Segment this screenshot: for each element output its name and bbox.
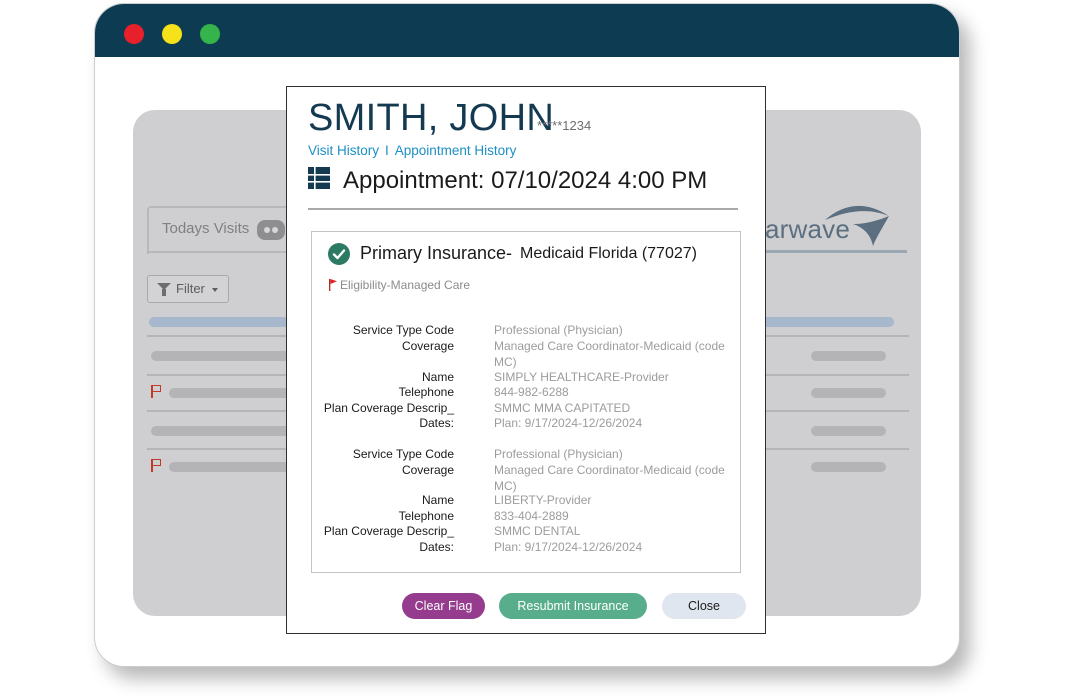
visit-history-link[interactable]: Visit History bbox=[308, 143, 379, 158]
telephone-label: Telephone bbox=[398, 509, 454, 523]
provider-name-value: LIBERTY-Provider bbox=[494, 493, 592, 507]
link-separator: I bbox=[385, 143, 389, 158]
patient-insurance-modal: SMITH, JOHN *****1234 Visit History I Appo… bbox=[286, 86, 766, 634]
plan-coverage-label: Plan Coverage Descrip_ bbox=[323, 401, 454, 415]
grid-list-icon bbox=[308, 167, 330, 189]
dates-value: Plan: 9/17/2024-12/26/2024 bbox=[494, 540, 643, 554]
flag-icon bbox=[151, 459, 161, 472]
dates-label: Dates: bbox=[419, 416, 454, 430]
coverage-value: Managed Care Coordinator-Medicaid (code … bbox=[494, 463, 725, 493]
flag-icon bbox=[151, 385, 161, 398]
telephone-label: Telephone bbox=[398, 385, 454, 399]
modal-divider bbox=[308, 208, 738, 210]
window-minimize-button[interactable] bbox=[162, 24, 182, 44]
coverage-label: Coverage bbox=[401, 463, 454, 477]
plan-coverage-value: SMMC DENTAL bbox=[494, 524, 581, 538]
service-type-label: Service Type Code bbox=[352, 447, 454, 461]
check-circle-icon bbox=[328, 243, 350, 265]
name-label: Name bbox=[421, 370, 454, 384]
row-placeholder bbox=[811, 462, 886, 472]
name-label: Name bbox=[421, 493, 454, 507]
window-close-button[interactable] bbox=[124, 24, 144, 44]
dates-label: Dates: bbox=[419, 540, 454, 554]
coverage-value: Managed Care Coordinator-Medicaid (code … bbox=[494, 339, 725, 369]
service-type-value: Professional (Physician) bbox=[494, 447, 623, 461]
service-type-value: Professional (Physician) bbox=[494, 323, 623, 337]
telephone-value: 833-404-2889 bbox=[494, 509, 569, 523]
primary-insurance-label: Primary Insurance- bbox=[360, 243, 513, 263]
insurance-card: Primary Insurance- Medicaid Florida (770… bbox=[311, 231, 741, 573]
service-type-label: Service Type Code bbox=[352, 323, 454, 337]
row-placeholder bbox=[169, 388, 299, 398]
visits-count-badge bbox=[257, 220, 285, 240]
filter-button[interactable]: Filter bbox=[147, 275, 229, 303]
funnel-icon bbox=[157, 283, 171, 296]
filter-label: Filter bbox=[176, 281, 205, 296]
resubmit-insurance-button[interactable]: Resubmit Insurance bbox=[499, 593, 647, 619]
row-placeholder bbox=[811, 351, 886, 361]
tab-todays-visits-label: Todays Visits bbox=[162, 220, 250, 237]
title-bar bbox=[95, 4, 959, 57]
caret-down-icon bbox=[212, 288, 218, 292]
eligibility-status: Eligibility-Managed Care bbox=[340, 278, 471, 292]
plan-coverage-value: SMMC MMA CAPITATED bbox=[494, 401, 631, 415]
patient-name: SMITH, JOHN bbox=[308, 97, 555, 139]
provider-name-value: SIMPLY HEALTHCARE-Provider bbox=[494, 370, 669, 384]
brand-logo-icon bbox=[825, 205, 889, 246]
row-placeholder bbox=[811, 426, 886, 436]
appointment-datetime: Appointment: 07/10/2024 4:00 PM bbox=[343, 167, 708, 194]
row-placeholder bbox=[811, 388, 886, 398]
row-placeholder bbox=[151, 351, 296, 361]
appointment-history-link[interactable]: Appointment History bbox=[395, 143, 517, 158]
coverage-label: Coverage bbox=[401, 339, 454, 353]
history-links: Visit History I Appointment History bbox=[308, 143, 516, 158]
tab-todays-visits[interactable]: Todays Visits bbox=[147, 206, 301, 254]
red-flag-icon bbox=[329, 279, 337, 291]
brand-underline bbox=[765, 250, 907, 253]
dates-value: Plan: 9/17/2024-12/26/2024 bbox=[494, 416, 643, 430]
primary-insurance-value: Medicaid Florida (77027) bbox=[520, 245, 697, 262]
clear-flag-button[interactable]: Clear Flag bbox=[402, 593, 485, 619]
row-placeholder bbox=[169, 462, 299, 472]
plan-coverage-label: Plan Coverage Descrip_ bbox=[323, 524, 454, 538]
close-button[interactable]: Close bbox=[662, 593, 746, 619]
patient-masked-id: *****1234 bbox=[537, 118, 592, 133]
window-maximize-button[interactable] bbox=[200, 24, 220, 44]
telephone-value: 844-982-6288 bbox=[494, 385, 569, 399]
row-placeholder bbox=[151, 426, 296, 436]
